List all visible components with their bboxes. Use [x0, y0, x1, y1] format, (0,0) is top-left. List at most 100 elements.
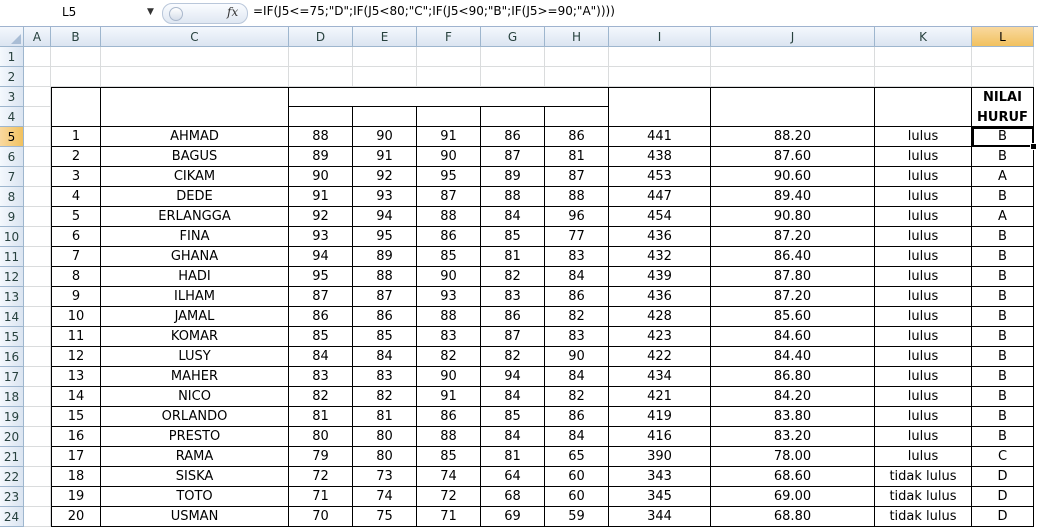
cell-nilai-1[interactable]: 89: [289, 147, 353, 167]
cell-keterangan[interactable]: tidak lulus: [875, 487, 972, 507]
cell-no[interactable]: 11: [51, 327, 101, 347]
cell-nilai-1[interactable]: 88: [289, 127, 353, 147]
cell-no[interactable]: 18: [51, 467, 101, 487]
column-header-a[interactable]: A: [24, 27, 51, 47]
row-header-3[interactable]: 3: [0, 87, 24, 107]
cell-no[interactable]: 13: [51, 367, 101, 387]
cell-jumlah[interactable]: 447: [609, 187, 711, 207]
cell-nilai-1[interactable]: 94: [289, 247, 353, 267]
cell-nilai-4[interactable]: 85: [481, 227, 545, 247]
cell[interactable]: [545, 47, 609, 67]
cell[interactable]: [24, 327, 51, 347]
cell-jumlah[interactable]: 390: [609, 447, 711, 467]
cell-nilai-3[interactable]: 90: [417, 267, 481, 287]
cell-nilai-4[interactable]: 84: [481, 427, 545, 447]
cell-nilai-huruf[interactable]: C: [972, 447, 1034, 467]
cell-rata-rata[interactable]: 87.60: [711, 147, 875, 167]
name-box-value[interactable]: L5: [62, 5, 76, 19]
cell-nilai-5[interactable]: 65: [545, 447, 609, 467]
cell-nama[interactable]: KOMAR: [101, 327, 289, 347]
cell-nilai-1[interactable]: 71: [289, 487, 353, 507]
cell[interactable]: [24, 467, 51, 487]
cell-nilai-1[interactable]: 90: [289, 167, 353, 187]
cell-nilai-5[interactable]: 81: [545, 147, 609, 167]
cell-nilai-1[interactable]: 86: [289, 307, 353, 327]
cell-nilai-5[interactable]: 86: [545, 407, 609, 427]
cell[interactable]: [545, 67, 609, 87]
cell-nilai-3[interactable]: 90: [417, 147, 481, 167]
row-header-20[interactable]: 20: [0, 427, 24, 447]
cell-nama[interactable]: USMAN: [101, 507, 289, 527]
cell[interactable]: [711, 47, 875, 67]
cell-jumlah[interactable]: 421: [609, 387, 711, 407]
cell[interactable]: [24, 147, 51, 167]
cell-rata-rata[interactable]: 88.20: [711, 127, 875, 147]
cell-nilai-1[interactable]: 93: [289, 227, 353, 247]
cell[interactable]: [24, 307, 51, 327]
cell-nilai-2[interactable]: 89: [353, 247, 417, 267]
cell-rata-rata[interactable]: 69.00: [711, 487, 875, 507]
cell-nilai-huruf[interactable]: B: [972, 147, 1034, 167]
column-header-b[interactable]: B: [51, 27, 101, 47]
cell-nilai-5[interactable]: 96: [545, 207, 609, 227]
column-header-f[interactable]: F: [417, 27, 481, 47]
cell-nilai-4[interactable]: 84: [481, 387, 545, 407]
cell-nilai-1[interactable]: 85: [289, 327, 353, 347]
column-header-g[interactable]: G: [481, 27, 545, 47]
cell-keterangan[interactable]: lulus: [875, 127, 972, 147]
insert-function-icon[interactable]: fx: [227, 5, 238, 19]
column-header-i[interactable]: I: [609, 27, 711, 47]
cell-nilai-5[interactable]: 77: [545, 227, 609, 247]
cell[interactable]: [711, 67, 875, 87]
cell-nilai-1[interactable]: 92: [289, 207, 353, 227]
row-header-1[interactable]: 1: [0, 47, 24, 67]
cell-keterangan[interactable]: tidak lulus: [875, 467, 972, 487]
row-header-12[interactable]: 12: [0, 267, 24, 287]
cell-jumlah[interactable]: 436: [609, 287, 711, 307]
cell-nilai-3[interactable]: 87: [417, 187, 481, 207]
cell-nilai-3[interactable]: 72: [417, 487, 481, 507]
cell-nilai-4[interactable]: 86: [481, 127, 545, 147]
header-nilai-3[interactable]: [417, 107, 481, 127]
cell[interactable]: [24, 427, 51, 447]
cell-nilai-5[interactable]: 86: [545, 127, 609, 147]
cell-nilai-3[interactable]: 88: [417, 427, 481, 447]
cell-nilai-3[interactable]: 88: [417, 307, 481, 327]
row-header-10[interactable]: 10: [0, 227, 24, 247]
cell-rata-rata[interactable]: 87.20: [711, 227, 875, 247]
cell-nilai-huruf[interactable]: B: [972, 267, 1034, 287]
cell-nilai-4[interactable]: 85: [481, 407, 545, 427]
cell-nilai-3[interactable]: 85: [417, 247, 481, 267]
cell-nilai-2[interactable]: 84: [353, 347, 417, 367]
cell-keterangan[interactable]: lulus: [875, 207, 972, 227]
cell-nama[interactable]: ORLANDO: [101, 407, 289, 427]
select-all-button[interactable]: [0, 27, 24, 47]
cell-nilai-5[interactable]: 82: [545, 387, 609, 407]
cell-keterangan[interactable]: lulus: [875, 187, 972, 207]
cell[interactable]: [417, 47, 481, 67]
cell-jumlah[interactable]: 345: [609, 487, 711, 507]
cell[interactable]: [972, 47, 1034, 67]
cell-nilai-2[interactable]: 83: [353, 367, 417, 387]
cell[interactable]: [875, 47, 972, 67]
cell-nama[interactable]: TOTO: [101, 487, 289, 507]
cell-nilai-2[interactable]: 90: [353, 127, 417, 147]
row-header-22[interactable]: 22: [0, 467, 24, 487]
cell-rata-rata[interactable]: 78.00: [711, 447, 875, 467]
cell-no[interactable]: 19: [51, 487, 101, 507]
cell[interactable]: [24, 127, 51, 147]
header-jumlah[interactable]: [609, 87, 711, 127]
cell-nama[interactable]: ERLANGGA: [101, 207, 289, 227]
row-header-14[interactable]: 14: [0, 307, 24, 327]
cell-nilai-5[interactable]: 83: [545, 247, 609, 267]
row-header-9[interactable]: 9: [0, 207, 24, 227]
cell[interactable]: [481, 67, 545, 87]
cell-nilai-1[interactable]: 87: [289, 287, 353, 307]
cell-rata-rata[interactable]: 84.20: [711, 387, 875, 407]
cell-keterangan[interactable]: lulus: [875, 147, 972, 167]
cell[interactable]: [24, 367, 51, 387]
cell-no[interactable]: 8: [51, 267, 101, 287]
header-keterangan[interactable]: [875, 87, 972, 127]
cell-nilai-5[interactable]: 60: [545, 487, 609, 507]
cell[interactable]: [609, 47, 711, 67]
